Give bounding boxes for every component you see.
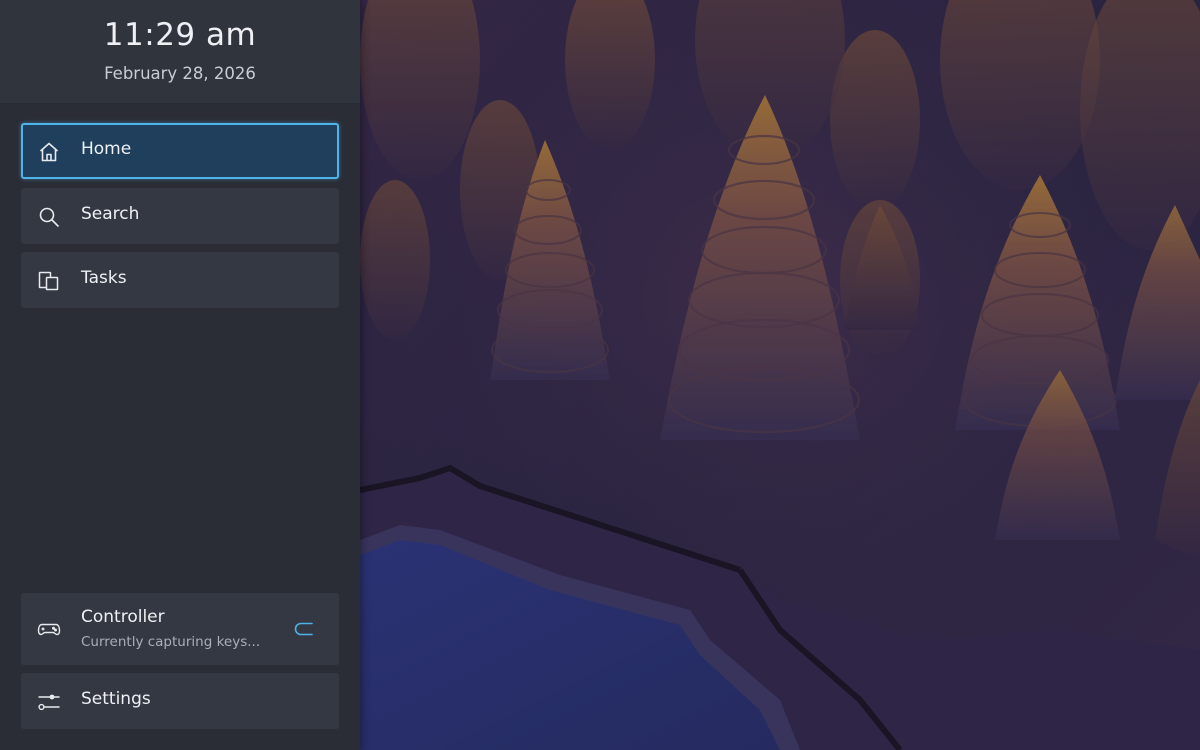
gamepad-icon xyxy=(37,617,61,641)
controller-item[interactable]: Controller Currently capturing keys... xyxy=(21,593,339,665)
tasks-icon xyxy=(37,269,61,293)
desktop-wallpaper xyxy=(360,0,1200,750)
nav-label-settings: Settings xyxy=(81,689,151,709)
nav-label-tasks: Tasks xyxy=(81,268,127,288)
nav-item-search[interactable]: Search xyxy=(21,188,339,244)
sliders-icon xyxy=(37,690,61,714)
clock-panel: 11:29 am February 28, 2026 xyxy=(0,0,360,103)
clock-date: February 28, 2026 xyxy=(104,64,256,83)
controller-title: Controller xyxy=(81,607,165,627)
controller-toggle[interactable] xyxy=(294,621,314,636)
nav-item-settings[interactable]: Settings xyxy=(21,673,339,729)
sidebar: 11:29 am February 28, 2026 Home Search T… xyxy=(0,0,360,750)
home-icon xyxy=(37,140,61,164)
nav-item-tasks[interactable]: Tasks xyxy=(21,252,339,308)
nav-label-home: Home xyxy=(81,139,132,159)
controller-status: Currently capturing keys... xyxy=(81,634,261,650)
search-icon xyxy=(37,205,61,229)
nav-item-home[interactable]: Home xyxy=(21,123,339,179)
nav-label-search: Search xyxy=(81,204,140,224)
clock-time: 11:29 am xyxy=(103,17,257,53)
